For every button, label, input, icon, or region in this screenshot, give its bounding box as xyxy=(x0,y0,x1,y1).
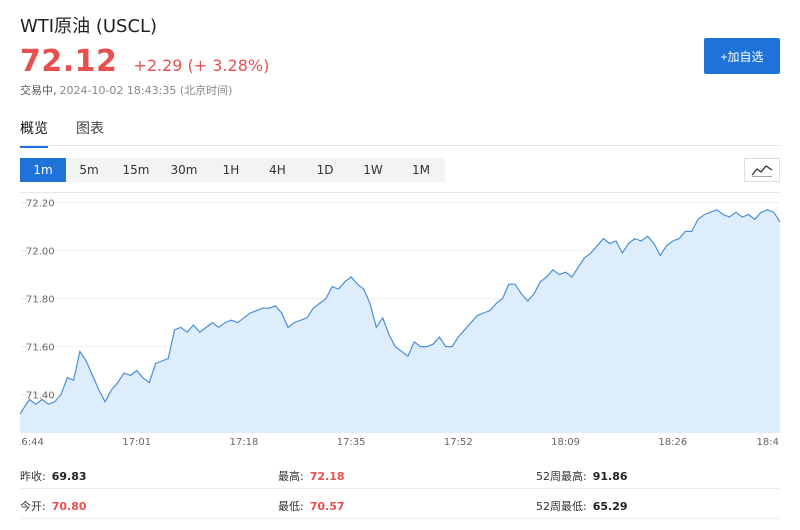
period-4h[interactable]: 4H xyxy=(254,158,301,182)
tabs-divider xyxy=(20,145,780,146)
instrument-title: WTI原油 (USCL) xyxy=(20,16,158,37)
x-tick-label: 18:4 xyxy=(757,437,779,448)
quote-timestamp: 2024-10-02 18:43:35 (北京时间) xyxy=(59,84,233,97)
chart-type-button[interactable] xyxy=(744,158,780,182)
period-5m[interactable]: 5m xyxy=(66,158,112,182)
x-tick-label: 16:44 xyxy=(20,437,44,448)
x-tick-label: 18:26 xyxy=(658,437,687,448)
price-row: 72.12 +2.29 (+ 3.28%) xyxy=(20,44,269,79)
period-30m[interactable]: 30m xyxy=(160,158,208,182)
period-1h[interactable]: 1H xyxy=(208,158,254,182)
y-tick-label: 72.20 xyxy=(26,199,55,210)
x-tick-label: 17:35 xyxy=(337,437,366,448)
stat-value: 91.86 xyxy=(592,470,628,483)
status-label: 交易中, xyxy=(20,84,57,97)
stats-divider xyxy=(20,488,780,489)
stat-value: 70.57 xyxy=(309,500,345,513)
y-tick-label: 71.60 xyxy=(26,343,55,354)
stat-label: 最低: xyxy=(278,500,304,513)
x-tick-label: 17:18 xyxy=(229,437,258,448)
price-chart-svg: 72.20 72.00 71.80 71.60 71.40 16:44 17:01 17:18… xyxy=(20,199,780,448)
stat-prev-close: 昨收: 69.83 xyxy=(20,468,87,484)
stat-value: 72.18 xyxy=(309,470,345,483)
last-price: 72.12 xyxy=(20,44,118,79)
x-tick-label: 17:01 xyxy=(122,437,151,448)
stat-high: 最高: 72.18 xyxy=(278,468,345,484)
trading-status: 交易中, 2024-10-02 18:43:35 (北京时间) xyxy=(20,82,232,98)
y-tick-label: 71.40 xyxy=(26,391,55,402)
stat-label: 今开: xyxy=(20,500,46,513)
stat-52w-low: 52周最低: 65.29 xyxy=(536,498,628,514)
stat-label: 最高: xyxy=(278,470,304,483)
period-1m[interactable]: 1m xyxy=(20,158,66,182)
period-1w[interactable]: 1W xyxy=(349,158,397,182)
stats-divider xyxy=(20,518,780,519)
add-to-watchlist-button[interactable]: +加自选 xyxy=(704,38,780,74)
x-tick-label: 17:52 xyxy=(444,437,473,448)
price-change: +2.29 (+ 3.28%) xyxy=(133,56,270,75)
period-1d[interactable]: 1D xyxy=(301,158,349,182)
y-tick-label: 72.00 xyxy=(26,247,55,258)
tab-overview[interactable]: 概览 xyxy=(20,118,48,148)
stat-52w-high: 52周最高: 91.86 xyxy=(536,468,628,484)
stat-label: 52周最高: xyxy=(536,470,587,483)
stat-open: 今开: 70.80 xyxy=(20,498,87,514)
stat-value: 65.29 xyxy=(592,500,628,513)
price-chart[interactable]: 72.20 72.00 71.80 71.60 71.40 16:44 17:01 17:18… xyxy=(20,192,780,454)
stat-label: 昨收: xyxy=(20,470,46,483)
y-tick-label: 71.80 xyxy=(26,295,55,306)
period-selector: 1m 5m 15m 30m 1H 4H 1D 1W 1M xyxy=(20,158,445,182)
quote-stats: 昨收: 69.83 最高: 72.18 52周最高: 91.86 今开: 70.80 最… xyxy=(20,462,780,522)
stat-value: 70.80 xyxy=(51,500,87,513)
x-tick-label: 18:09 xyxy=(551,437,580,448)
period-1m-month[interactable]: 1M xyxy=(397,158,445,182)
price-area xyxy=(20,209,780,433)
stat-low: 最低: 70.57 xyxy=(278,498,345,514)
stat-label: 52周最低: xyxy=(536,500,587,513)
main-tabs: 概览 图表 xyxy=(20,118,104,148)
period-15m[interactable]: 15m xyxy=(112,158,160,182)
tab-chart[interactable]: 图表 xyxy=(76,118,104,148)
line-chart-icon xyxy=(751,165,773,177)
stat-value: 69.83 xyxy=(51,470,87,483)
